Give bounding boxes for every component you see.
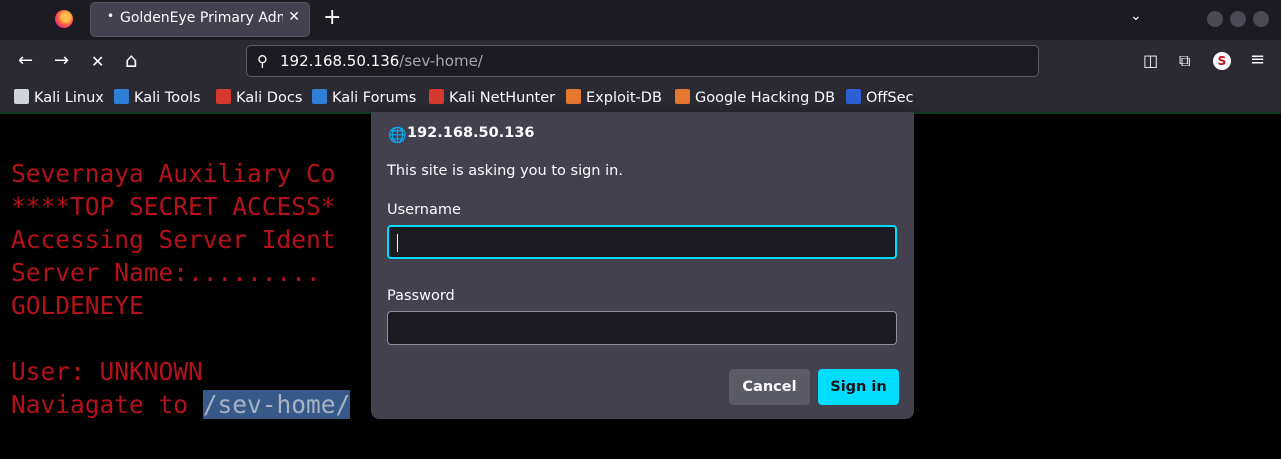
bookmark-kali-tools[interactable]: Kali Tools: [114, 89, 201, 106]
kali-nethunter-icon: [429, 89, 444, 104]
new-tab-button[interactable]: +: [323, 5, 341, 30]
stop-loading-icon[interactable]: ✕: [91, 52, 104, 71]
globe-icon: 🌐: [388, 126, 407, 144]
account-icon[interactable]: S: [1213, 52, 1231, 70]
terminal-line: Severnaya Auxiliary Co: [11, 159, 336, 188]
offsec-icon: [846, 89, 861, 104]
tab-title: GoldenEye Primary Admin Server: [120, 10, 283, 26]
username-field[interactable]: [387, 225, 897, 259]
tab-strip: • GoldenEye Primary Admin Server ✕ + ⌄: [0, 0, 1281, 40]
terminal-line: Server Name:.........: [11, 258, 321, 287]
password-label: Password: [387, 288, 455, 304]
tab-close-icon[interactable]: ✕: [288, 9, 300, 25]
sign-in-button[interactable]: Sign in: [818, 369, 899, 405]
bookmark-label: Kali NetHunter: [449, 90, 556, 106]
navigation-toolbar: ← → ✕ ⌂ ⚲ 192.168.50.136/sev-home/ ◫ ⧉ S…: [0, 40, 1281, 84]
google-hacking-db-icon: [675, 89, 690, 104]
bookmark-exploit-db[interactable]: Exploit-DB: [566, 89, 662, 106]
terminal-line: Naviagate to: [11, 390, 203, 419]
text-caret: [397, 234, 398, 252]
url-host: 192.168.50.136: [280, 52, 400, 70]
terminal-text: Severnaya Auxiliary Co ****TOP SECRET AC…: [11, 157, 351, 421]
firefox-logo-icon[interactable]: [55, 10, 73, 28]
url-path: /sev-home/: [399, 52, 483, 70]
kali-tools-icon: [114, 89, 129, 104]
password-field[interactable]: [387, 311, 897, 345]
dialog-message: This site is asking you to sign in.: [387, 163, 623, 179]
bookmark-kali-nethunter[interactable]: Kali NetHunter: [429, 89, 555, 106]
extensions-icon[interactable]: ⧉: [1179, 51, 1190, 71]
kali-dragon-icon: [14, 89, 29, 104]
bookmark-label: Kali Linux: [34, 90, 104, 106]
cancel-button[interactable]: Cancel: [729, 369, 810, 405]
terminal-line: User: UNKNOWN: [11, 357, 203, 386]
terminal-line: Accessing Server Ident: [11, 225, 336, 254]
bookmark-kali-docs[interactable]: Kali Docs: [216, 89, 302, 106]
bookmark-label: Google Hacking DB: [695, 90, 836, 106]
home-icon[interactable]: ⌂: [125, 48, 138, 72]
kali-docs-icon: [216, 89, 231, 104]
username-label: Username: [387, 202, 461, 218]
forward-icon[interactable]: →: [54, 50, 69, 71]
url-search-icon: ⚲: [257, 52, 268, 70]
exploit-db-icon: [566, 89, 581, 104]
active-tab[interactable]: • GoldenEye Primary Admin Server ✕: [91, 3, 309, 36]
loading-dot-icon: •: [107, 9, 115, 23]
dialog-host: 192.168.50.136: [407, 125, 535, 141]
sign-in-dialog: 🌐 192.168.50.136 This site is asking you…: [371, 112, 914, 419]
url-text[interactable]: 192.168.50.136/sev-home/: [280, 52, 483, 70]
url-bar[interactable]: ⚲ 192.168.50.136/sev-home/: [247, 46, 1038, 76]
maximize-window-button[interactable]: [1230, 11, 1246, 27]
close-window-button[interactable]: [1253, 11, 1269, 27]
bookmarks-toolbar: Kali Linux Kali Tools Kali Docs Kali For…: [0, 84, 1281, 112]
kali-forums-icon: [312, 89, 327, 104]
bookmark-label: Kali Docs: [236, 90, 303, 106]
terminal-line: GOLDENEYE: [11, 291, 144, 320]
bookmark-kali-linux[interactable]: Kali Linux: [14, 89, 104, 106]
bookmark-label: OffSec: [866, 90, 914, 106]
bookmark-label: Kali Tools: [134, 90, 201, 106]
bookmark-google-hacking-db[interactable]: Google Hacking DB: [675, 89, 835, 106]
pocket-icon[interactable]: ◫: [1143, 51, 1158, 70]
list-all-tabs-button[interactable]: ⌄: [1130, 8, 1142, 24]
bookmark-offsec[interactable]: OffSec: [846, 89, 914, 106]
bookmark-label: Exploit-DB: [586, 90, 662, 106]
back-icon[interactable]: ←: [18, 50, 33, 71]
bookmark-label: Kali Forums: [332, 90, 417, 106]
terminal-line: ****TOP SECRET ACCESS*: [11, 192, 336, 221]
minimize-window-button[interactable]: [1207, 11, 1223, 27]
sev-home-link[interactable]: /sev-home/: [202, 390, 351, 419]
bookmark-kali-forums[interactable]: Kali Forums: [312, 89, 416, 106]
menu-icon[interactable]: ≡: [1250, 49, 1265, 70]
